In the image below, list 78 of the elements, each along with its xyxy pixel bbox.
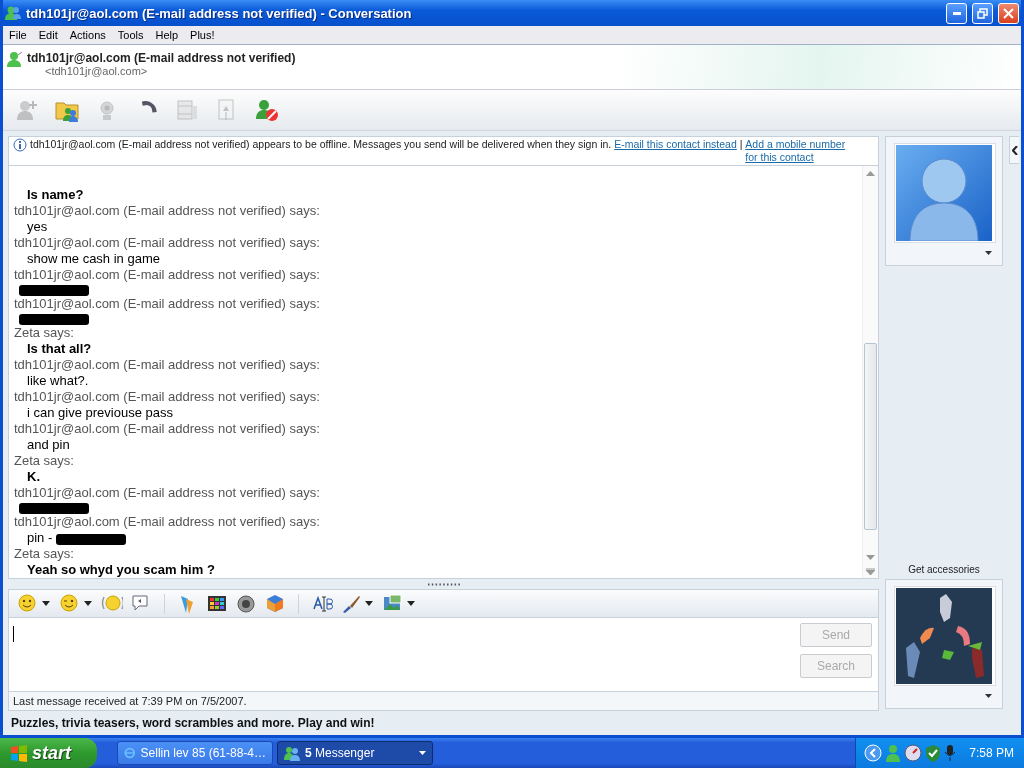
message-text: show me cash in game	[27, 251, 160, 267]
message-text: Is that all?	[27, 341, 92, 357]
collapse-tab[interactable]	[1009, 136, 1019, 164]
tray-expand-icon[interactable]	[864, 744, 883, 762]
message-text: i can give previouse pass	[27, 405, 173, 421]
menu-item[interactable]: Actions	[63, 29, 112, 41]
message-sender: tdh101jr@aol.com (E-mail address not verified) says:	[14, 296, 321, 312]
caret-icon[interactable]	[985, 251, 992, 255]
message-sender: tdh101jr@aol.com (E-mail address not verified) says:	[14, 389, 321, 405]
status-text: Last message received at 7:39 PM on 7/5/2007.	[13, 695, 247, 707]
menu-item[interactable]: Tools	[111, 29, 150, 41]
menu-item[interactable]: Edit	[32, 29, 64, 41]
add-mobile-link[interactable]: Add a mobile number for this contact	[745, 138, 858, 164]
taskbar-button[interactable]: 5 Messenger	[277, 741, 433, 765]
scrollbar[interactable]	[862, 166, 878, 578]
scroll-down-icon[interactable]	[866, 554, 875, 560]
smiley-icon[interactable]	[17, 592, 39, 615]
taskbar-button[interactable]: Sellin lev 85 (61-88-4…	[117, 741, 273, 765]
message-sender: tdh101jr@aol.com (E-mail address not verified) says:	[14, 203, 321, 219]
caret-icon[interactable]	[84, 601, 92, 606]
message-text: Is name?	[27, 187, 84, 203]
gauge-tray-icon[interactable]	[904, 744, 923, 762]
message-text: pin -	[27, 530, 53, 546]
block-contact-icon[interactable]	[255, 98, 279, 122]
scroll-end-icon[interactable]	[866, 567, 875, 575]
message-text: K.	[27, 469, 40, 485]
minimize-icon[interactable]	[952, 11, 961, 15]
text-cursor	[13, 626, 14, 642]
message-sender: Zeta says:	[14, 453, 75, 469]
chevron-left-icon[interactable]	[1011, 145, 1018, 155]
start-button[interactable]: start	[0, 738, 97, 768]
message-sender: Zeta says:	[14, 325, 75, 341]
shield-tray-icon[interactable]	[925, 744, 942, 762]
caret-icon[interactable]	[42, 601, 50, 606]
messenger-icon	[5, 5, 21, 21]
close-button[interactable]	[998, 2, 1019, 24]
minimize-button[interactable]	[946, 2, 967, 24]
windows-logo-icon	[10, 744, 28, 762]
offline-notice: tdh101jr@aol.com (E-mail address not verified) appears to be offline. Messages you send will be delivered when they sign in.	[30, 138, 613, 150]
message-text: yes	[27, 219, 48, 235]
menu-item[interactable]: Help	[149, 29, 185, 41]
contact-status-icon	[7, 51, 23, 67]
menu-item[interactable]: File	[3, 29, 33, 41]
message-sender: tdh101jr@aol.com (E-mail address not verified) says:	[14, 421, 321, 437]
message-text: and pin	[27, 437, 70, 453]
close-icon[interactable]	[1003, 7, 1014, 19]
restore-button[interactable]	[972, 2, 993, 24]
caret-icon[interactable]	[985, 694, 992, 698]
message-sender: tdh101jr@aol.com (E-mail address not verified) says:	[14, 357, 321, 373]
speaker-icon[interactable]	[235, 592, 257, 615]
restore-icon[interactable]	[977, 7, 988, 19]
email-contact-link[interactable]: E-mail this contact instead	[614, 138, 737, 150]
menu-item[interactable]: Plus!	[184, 29, 221, 41]
microphone-tray-icon[interactable]	[944, 744, 957, 762]
caret-icon[interactable]	[365, 601, 373, 606]
link-separator: |	[738, 138, 744, 150]
accessories-link[interactable]: Get accessories	[908, 564, 980, 575]
scroll-up-icon[interactable]	[866, 170, 875, 176]
clock: 7:58 PM	[969, 746, 1014, 760]
caret-icon[interactable]	[419, 751, 426, 755]
message-sender: tdh101jr@aol.com (E-mail address not verified) says:	[14, 514, 321, 530]
people-icon	[284, 745, 300, 761]
scroll-thumb[interactable]	[864, 343, 877, 530]
message-sender: tdh101jr@aol.com (E-mail address not verified) says:	[14, 267, 321, 283]
resize-grip-icon[interactable]	[426, 582, 461, 586]
contact-address: <tdh101jr@aol.com>	[44, 65, 149, 77]
message-sender: Zeta says:	[14, 546, 75, 562]
message-sender: tdh101jr@aol.com (E-mail address not verified) says:	[14, 235, 321, 251]
promo-text[interactable]: Puzzles, trivia teasers, word scrambles and more. Play and win!	[11, 716, 375, 730]
cube-icon[interactable]	[264, 592, 286, 615]
contact-name: tdh101jr@aol.com (E-mail address not verified)	[27, 51, 296, 65]
caret-icon[interactable]	[407, 601, 415, 606]
message-sender: tdh101jr@aol.com (E-mail address not verified) says:	[14, 485, 321, 501]
wink-icon[interactable]	[59, 592, 81, 615]
browser-icon	[124, 745, 136, 761]
message-text: Yeah so whyd you scam him ?	[27, 562, 215, 578]
window-title: tdh101jr@aol.com (E-mail address not verified) - Conversation	[26, 5, 413, 21]
message-text: like what?.	[27, 373, 89, 389]
